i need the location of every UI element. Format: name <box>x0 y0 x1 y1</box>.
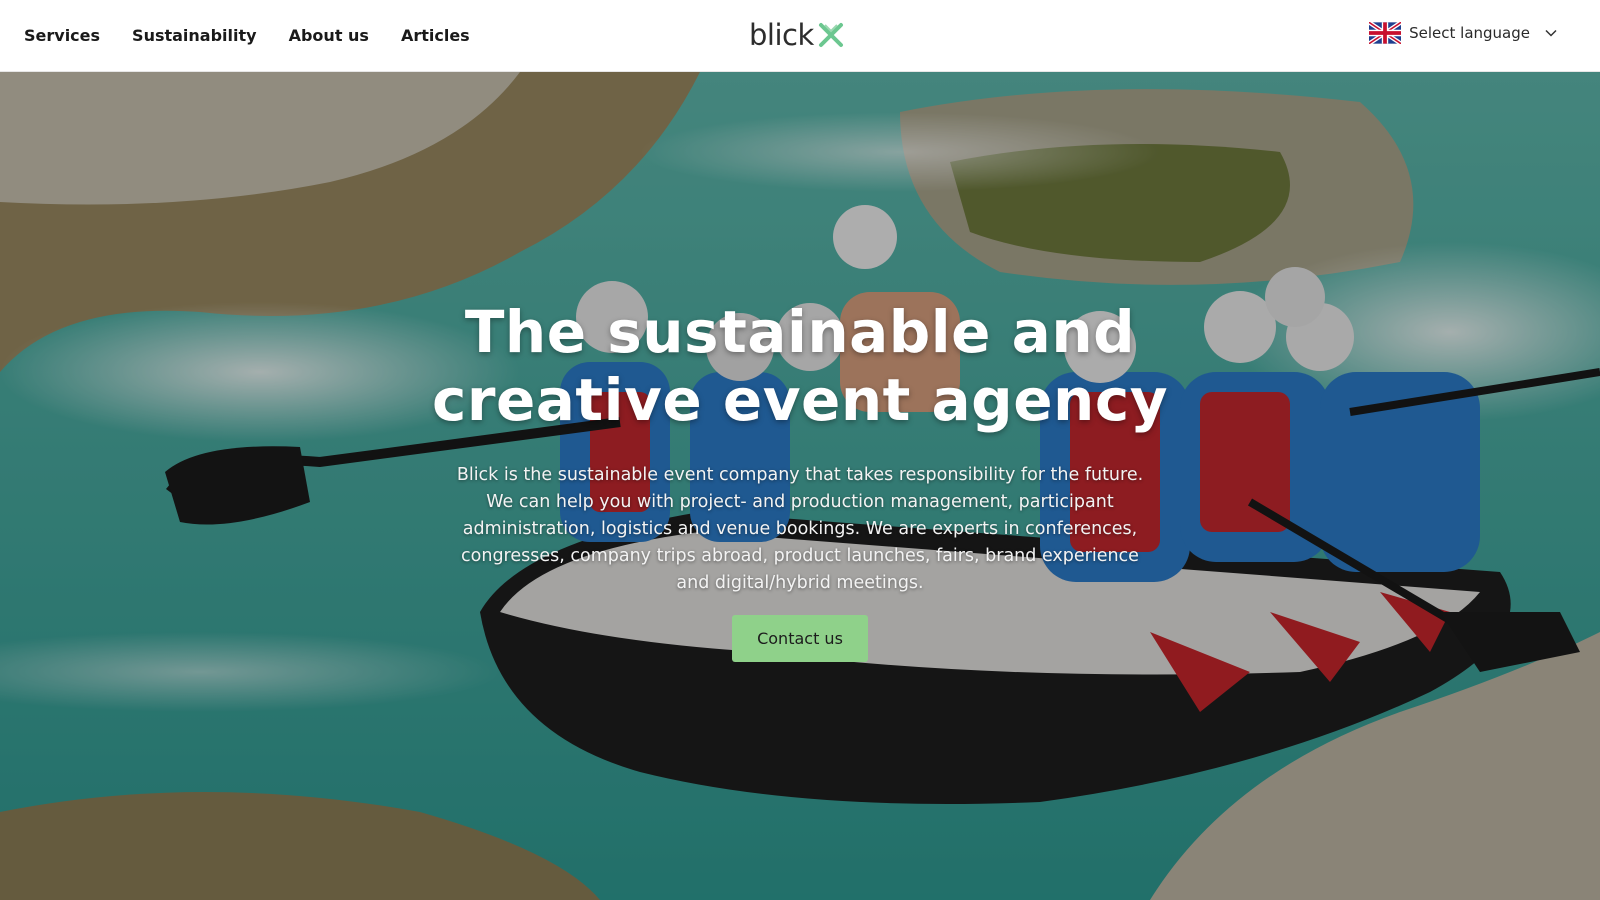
blick-logo[interactable]: blick <box>749 18 844 52</box>
site-header: Services Sustainability About us Article… <box>0 0 1600 72</box>
nav-services[interactable]: Services <box>24 26 100 45</box>
uk-flag-icon <box>1369 22 1402 44</box>
hero-title: The sustainable and creative event agenc… <box>431 298 1169 434</box>
language-label: Select language <box>1409 24 1530 42</box>
nav-articles[interactable]: Articles <box>401 26 470 45</box>
hero-content: The sustainable and creative event agenc… <box>0 298 1600 662</box>
main-nav: Services Sustainability About us Article… <box>24 26 502 45</box>
nav-sustainability[interactable]: Sustainability <box>132 26 257 45</box>
contact-us-button[interactable]: Contact us <box>732 615 868 662</box>
language-selector[interactable]: Select language <box>1369 22 1558 44</box>
hero-section: The sustainable and creative event agenc… <box>0 72 1600 900</box>
nav-about-us[interactable]: About us <box>289 26 369 45</box>
chevron-down-icon <box>1545 29 1557 37</box>
logo-text: blick <box>749 18 814 52</box>
hero-description: Blick is the sustainable event company t… <box>456 465 1144 593</box>
logo-cross-icon <box>818 23 843 47</box>
